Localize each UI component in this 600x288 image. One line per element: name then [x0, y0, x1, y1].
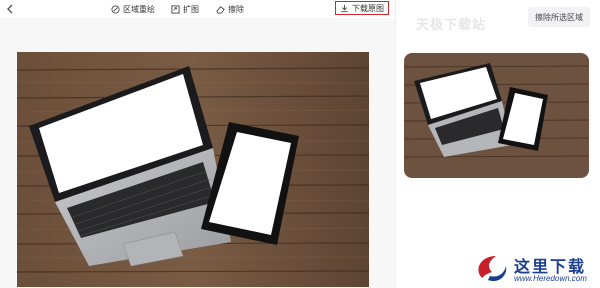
- swirl-logo-icon: [478, 256, 507, 282]
- erase-label: 擦除: [228, 4, 244, 14]
- download-original-label: 下载原图: [352, 3, 384, 13]
- brush-icon: [111, 4, 120, 14]
- eraser-icon: [216, 5, 225, 14]
- clear-selection-button[interactable]: 擦除所选区域: [528, 7, 590, 27]
- expand-button[interactable]: 扩图: [171, 3, 199, 15]
- thumbnail-photo: [404, 53, 589, 178]
- laptop-tablet-photo: [17, 52, 369, 287]
- erase-button[interactable]: 擦除: [216, 3, 244, 15]
- main-image[interactable]: [17, 52, 369, 287]
- download-original-button[interactable]: 下载原图: [335, 1, 389, 15]
- area-redraw-label: 区域重绘: [123, 4, 155, 14]
- area-redraw-button[interactable]: 区域重绘: [111, 3, 155, 15]
- download-icon: [341, 4, 348, 12]
- logo-url: www.Heredown.com: [514, 274, 587, 283]
- result-thumbnail[interactable]: [404, 53, 589, 178]
- expand-icon: [171, 4, 180, 14]
- toolbar: 区域重绘 扩图 擦除 下载原图: [0, 0, 395, 18]
- expand-label: 扩图: [183, 4, 199, 14]
- watermark-text: 天极下载站: [416, 17, 487, 32]
